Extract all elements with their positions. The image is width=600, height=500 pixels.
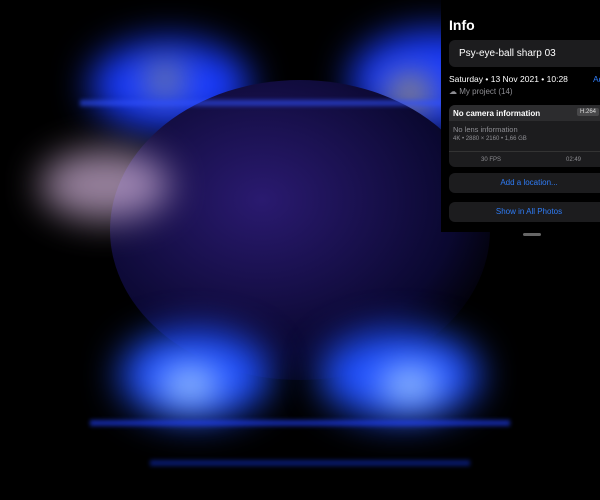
project-label: My project (14) xyxy=(459,87,512,96)
lens-info: No lens information xyxy=(449,121,600,134)
info-panel: Info Psy-eye-ball sharp 03 Saturday • 13… xyxy=(441,0,600,232)
codec-badge: H.264 xyxy=(577,108,599,116)
title-field[interactable]: Psy-eye-ball sharp 03 xyxy=(449,40,600,67)
add-location-button[interactable]: Add a location... xyxy=(449,173,600,193)
panel-title: Info xyxy=(449,17,475,33)
file-specs: 4K • 2880 × 2160 • 1,66 GB xyxy=(449,134,600,144)
capture-date: Saturday • 13 Nov 2021 • 10:28 xyxy=(449,74,568,84)
show-in-all-photos-button[interactable]: Show in All Photos xyxy=(449,202,600,222)
duration: 02:49 xyxy=(566,157,581,163)
metadata-card: No camera information H.264 No lens info… xyxy=(449,105,600,167)
adjust-button[interactable]: Ad xyxy=(593,74,600,84)
fps: 30 FPS xyxy=(481,157,501,163)
cloud-icon: ☁ xyxy=(449,87,457,96)
video-stats: 30 FPS 02:49 xyxy=(449,151,600,167)
project-row: ☁ My project (14) xyxy=(449,87,513,96)
panel-drag-handle[interactable] xyxy=(523,233,541,236)
